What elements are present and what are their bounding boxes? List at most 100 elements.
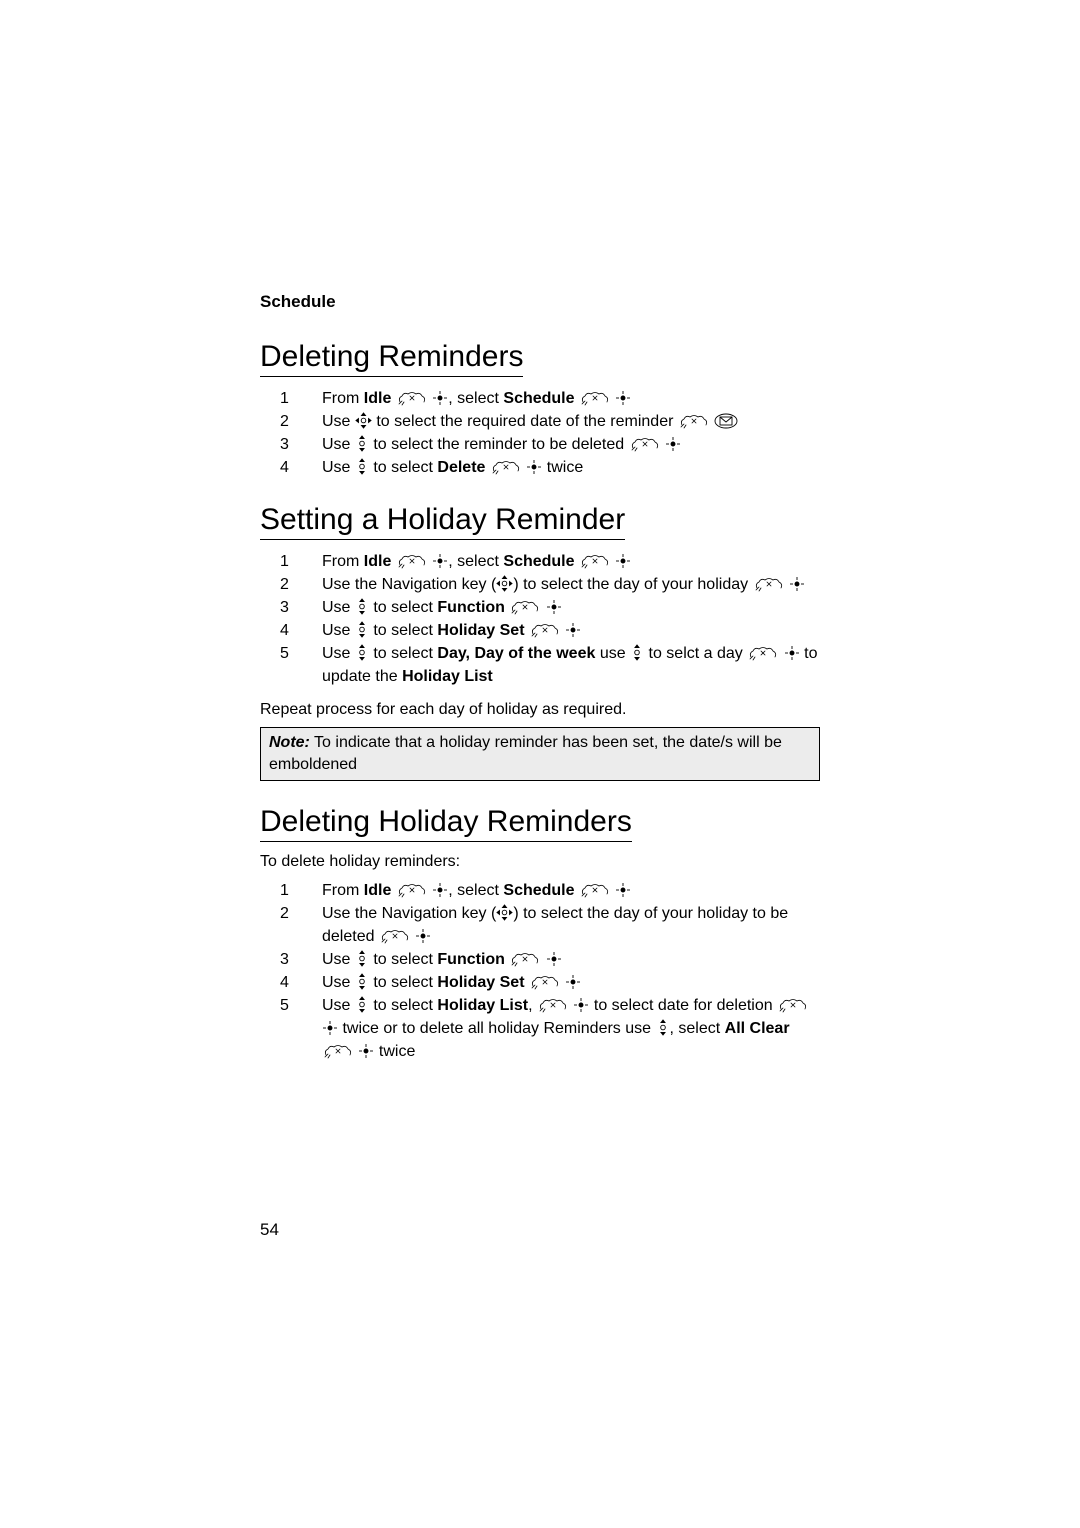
swipe-icon [537, 997, 569, 1013]
nav-4way-icon [355, 412, 372, 429]
text: From [322, 390, 364, 407]
text: to select [369, 622, 437, 639]
text-bold: Idle [364, 390, 392, 407]
swipe-icon [678, 413, 710, 429]
text: twice [374, 1043, 415, 1060]
text: to select the reminder to be deleted [369, 436, 629, 453]
text: to select [369, 645, 437, 662]
swipe-icon [579, 882, 611, 898]
text: to select the required date of the remin… [372, 413, 678, 430]
text: to select [369, 974, 437, 991]
step-number: 1 [280, 550, 322, 573]
step: 1 From Idle , select Schedule [280, 387, 820, 410]
text-bold: Delete [437, 459, 485, 476]
step: 3 Use to select Function [280, 948, 820, 971]
breadcrumb: Schedule [260, 292, 820, 312]
select-dot-icon [546, 599, 562, 615]
text-bold: Holiday List [437, 997, 528, 1014]
select-dot-icon [546, 951, 562, 967]
nav-4way-icon [496, 904, 513, 921]
select-dot-icon [358, 1043, 374, 1059]
nav-updown-icon [355, 996, 369, 1013]
steps-deleting-holiday-reminders: 1 From Idle , select Schedule 2 Use the … [260, 879, 820, 1063]
text: Use [322, 974, 355, 991]
swipe-icon [379, 928, 411, 944]
heading-deleting-reminders: Deleting Reminders [260, 340, 523, 377]
select-dot-icon [432, 882, 448, 898]
select-dot-icon [573, 997, 589, 1013]
step-number: 5 [280, 642, 322, 665]
step-number: 4 [280, 456, 322, 479]
step-number: 2 [280, 410, 322, 433]
text: Use [322, 599, 355, 616]
text: Use [322, 622, 355, 639]
select-dot-icon [789, 576, 805, 592]
text: Use [322, 413, 355, 430]
envelope-icon [714, 413, 738, 429]
text: twice [542, 459, 583, 476]
step: 5 Use to select Holiday List, to select … [280, 994, 820, 1063]
step-number: 3 [280, 433, 322, 456]
select-dot-icon [665, 436, 681, 452]
text: , [528, 997, 537, 1014]
text: Use [322, 459, 355, 476]
heading-setting-holiday-reminder: Setting a Holiday Reminder [260, 503, 625, 540]
step: 2 Use to select the required date of the… [280, 410, 820, 433]
step: 4 Use to select Holiday Set [280, 971, 820, 994]
note-body: To indicate that a holiday reminder has … [269, 734, 782, 773]
swipe-icon [579, 553, 611, 569]
step-number: 3 [280, 596, 322, 619]
swipe-icon [777, 997, 809, 1013]
text: to select [369, 997, 437, 1014]
note-box: Note: To indicate that a holiday reminde… [260, 727, 820, 781]
text: Use [322, 997, 355, 1014]
text-bold: Holiday Set [437, 974, 524, 991]
text: , select [448, 882, 503, 899]
text: ) to select the day of your holiday [513, 576, 752, 593]
step: 3 Use to select Function [280, 596, 820, 619]
text-bold: Schedule [503, 553, 574, 570]
text: Use [322, 436, 355, 453]
step-number: 1 [280, 387, 322, 410]
text: From [322, 882, 364, 899]
text: use [595, 645, 630, 662]
select-dot-icon [784, 645, 800, 661]
text-bold: Idle [364, 882, 392, 899]
text: to select [369, 599, 437, 616]
nav-updown-icon [656, 1019, 670, 1036]
swipe-icon [509, 599, 541, 615]
text-bold: Schedule [503, 390, 574, 407]
text-bold: Idle [364, 553, 392, 570]
swipe-icon [629, 436, 661, 452]
step-number: 4 [280, 619, 322, 642]
text: Use the Navigation key ( [322, 576, 496, 593]
nav-updown-icon [355, 644, 369, 661]
step-number: 2 [280, 573, 322, 596]
step: 4 Use to select Delete twice [280, 456, 820, 479]
swipe-icon [747, 645, 779, 661]
text-bold: Schedule [503, 882, 574, 899]
swipe-icon [579, 390, 611, 406]
select-dot-icon [615, 882, 631, 898]
nav-updown-icon [355, 973, 369, 990]
step: 1 From Idle , select Schedule [280, 879, 820, 902]
select-dot-icon [565, 974, 581, 990]
step-number: 3 [280, 948, 322, 971]
step-number: 5 [280, 994, 322, 1017]
text: to select date for deletion [589, 997, 777, 1014]
nav-updown-icon [355, 458, 369, 475]
text-bold: Function [437, 599, 505, 616]
text: Use the Navigation key ( [322, 905, 496, 922]
text: Use [322, 645, 355, 662]
select-dot-icon [432, 553, 448, 569]
swipe-icon [509, 951, 541, 967]
swipe-icon [396, 390, 428, 406]
step: 3 Use to select the reminder to be delet… [280, 433, 820, 456]
nav-updown-icon [355, 598, 369, 615]
step: 2 Use the Navigation key () to select th… [280, 902, 820, 948]
text: , select [670, 1020, 725, 1037]
swipe-icon [529, 974, 561, 990]
paragraph: Repeat process for each day of holiday a… [260, 698, 820, 721]
text: to select [369, 951, 437, 968]
text: to selct a day [644, 645, 747, 662]
